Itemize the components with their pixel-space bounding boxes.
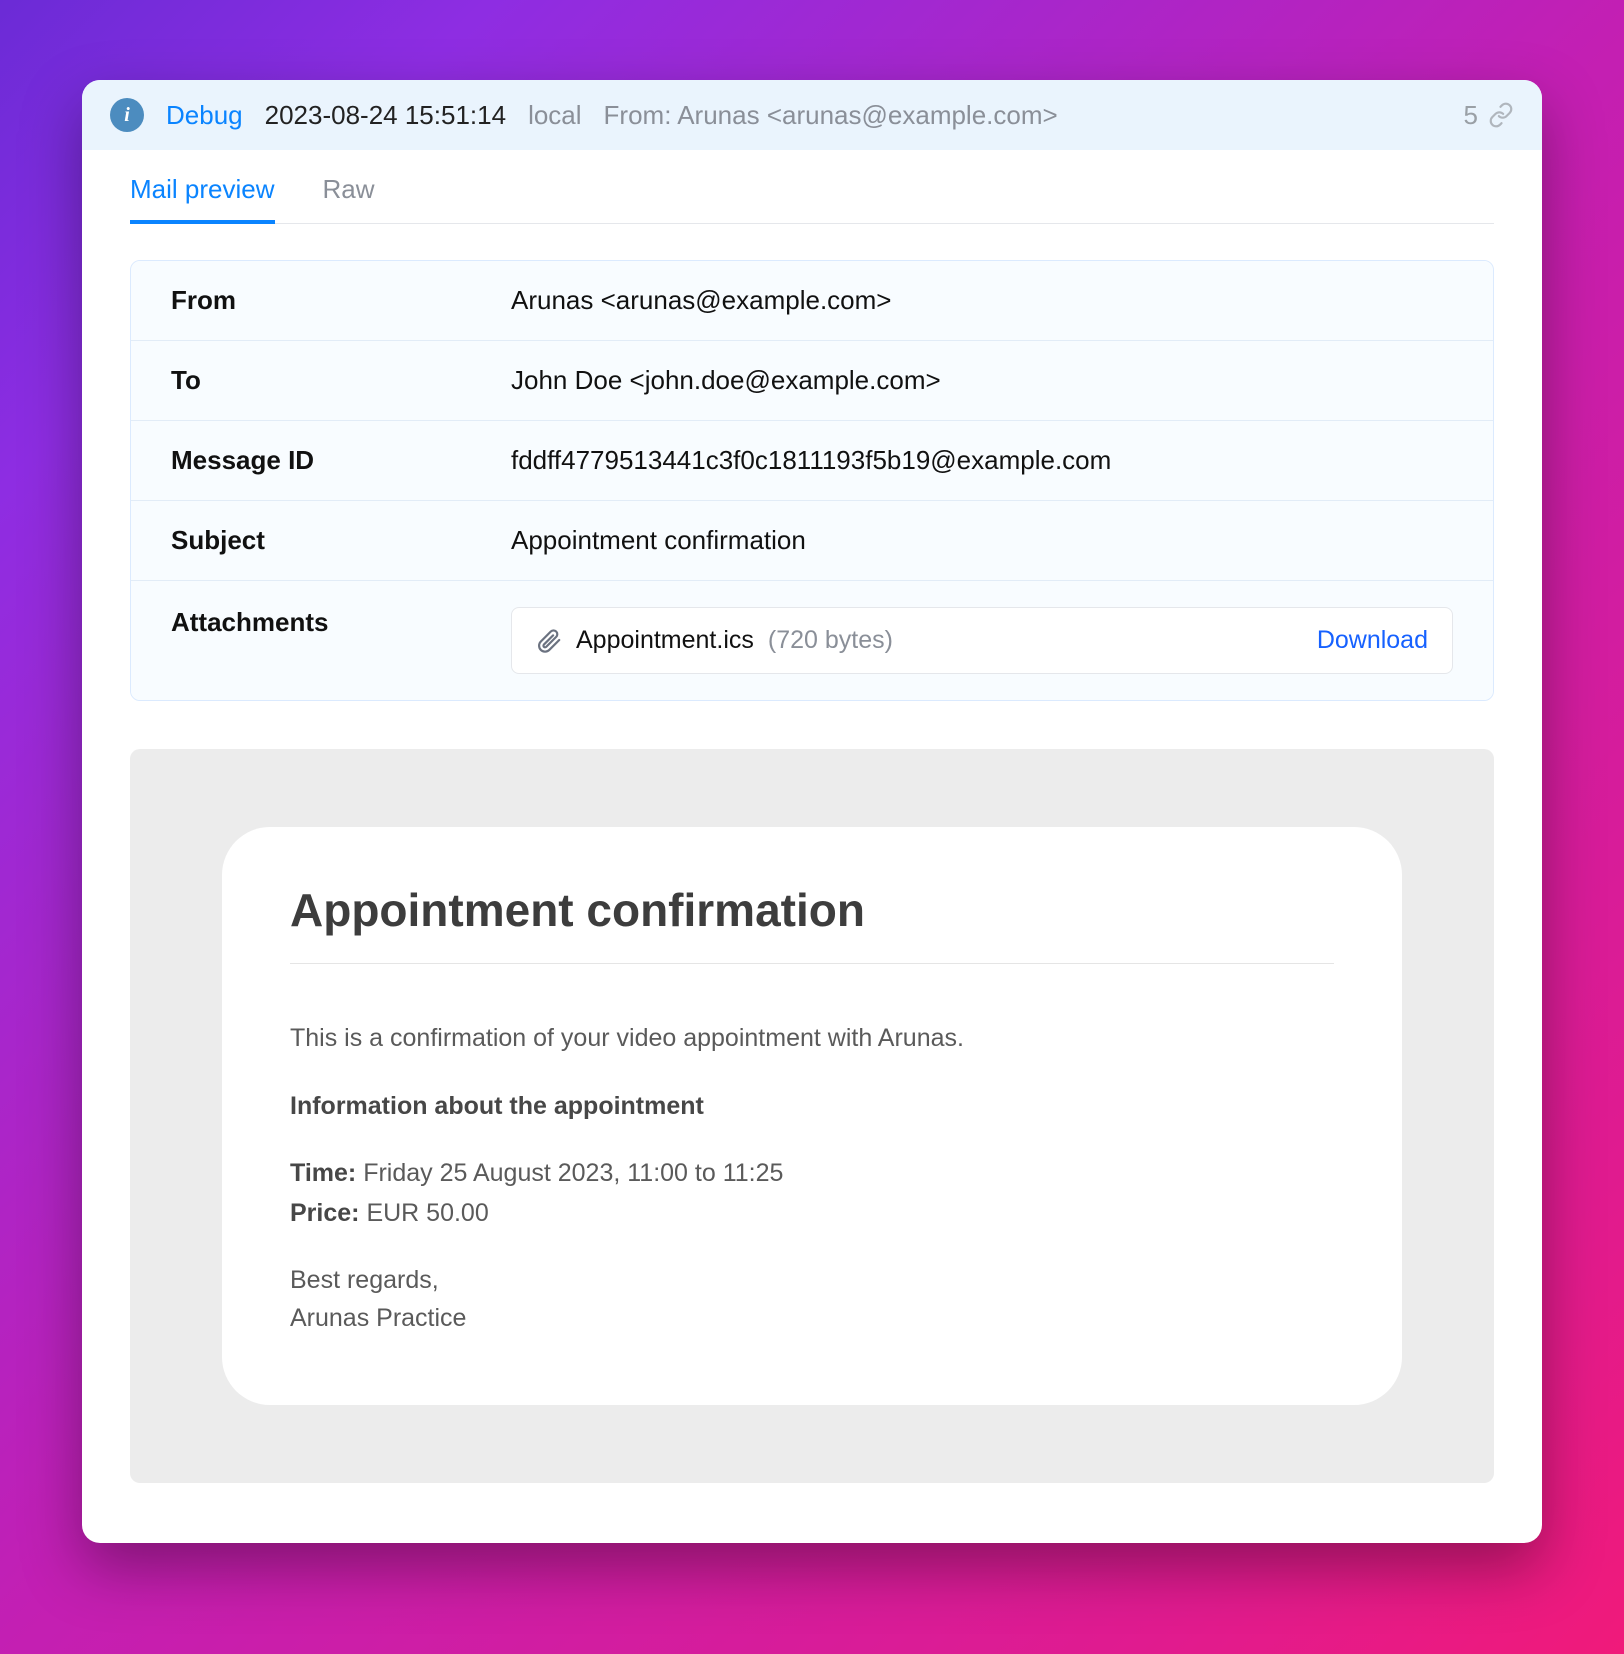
label-from: From	[171, 285, 511, 316]
message-count: 5	[1464, 100, 1478, 131]
price-value: EUR 50.00	[366, 1199, 488, 1227]
label-subject: Subject	[171, 525, 511, 556]
value-subject: Appointment confirmation	[511, 525, 806, 556]
time-label: Time:	[290, 1159, 356, 1187]
meta-table: From Arunas <arunas@example.com> To John…	[130, 260, 1494, 701]
email-body: Appointment confirmation This is a confi…	[222, 827, 1402, 1405]
from-summary: From: Arunas <arunas@example.com>	[604, 100, 1058, 131]
attachment-item: Appointment.ics (720 bytes) Download	[511, 607, 1453, 674]
row-subject: Subject Appointment confirmation	[131, 500, 1493, 580]
tab-mail-preview[interactable]: Mail preview	[130, 174, 275, 223]
row-message-id: Message ID fddff4779513441c3f0c1811193f5…	[131, 420, 1493, 500]
tab-raw[interactable]: Raw	[323, 174, 375, 223]
download-button[interactable]: Download	[1317, 626, 1428, 655]
label-message-id: Message ID	[171, 445, 511, 476]
label-to: To	[171, 365, 511, 396]
value-to: John Doe <john.doe@example.com>	[511, 365, 941, 396]
label-attachments: Attachments	[171, 607, 511, 674]
topbar: i Debug 2023-08-24 15:51:14 local From: …	[82, 80, 1542, 150]
tabs: Mail preview Raw	[130, 150, 1494, 224]
price-label: Price:	[290, 1199, 359, 1227]
email-body-frame: Appointment confirmation This is a confi…	[130, 749, 1494, 1483]
value-message-id: fddff4779513441c3f0c1811193f5b19@example…	[511, 445, 1111, 476]
email-title: Appointment confirmation	[290, 883, 1334, 964]
paperclip-icon	[536, 628, 562, 654]
timestamp: 2023-08-24 15:51:14	[265, 100, 506, 131]
mail-preview-card: i Debug 2023-08-24 15:51:14 local From: …	[82, 80, 1542, 1543]
row-from: From Arunas <arunas@example.com>	[131, 261, 1493, 340]
attachment-size: (720 bytes)	[768, 626, 893, 655]
info-icon: i	[110, 98, 144, 132]
row-attachments: Attachments Appointment.ics (720 bytes) …	[131, 580, 1493, 700]
signoff-line1: Best regards,	[290, 1262, 1334, 1300]
email-intro: This is a confirmation of your video app…	[290, 1020, 1334, 1058]
email-content: This is a confirmation of your video app…	[290, 964, 1334, 1337]
value-from: Arunas <arunas@example.com>	[511, 285, 891, 316]
debug-link[interactable]: Debug	[166, 100, 243, 131]
row-to: To John Doe <john.doe@example.com>	[131, 340, 1493, 420]
info-heading: Information about the appointment	[290, 1092, 704, 1120]
signoff-line2: Arunas Practice	[290, 1300, 1334, 1338]
scope-label: local	[528, 100, 581, 131]
attachment-name: Appointment.ics	[576, 626, 754, 655]
permalink-icon[interactable]	[1488, 102, 1514, 128]
time-value: Friday 25 August 2023, 11:00 to 11:25	[363, 1159, 783, 1187]
